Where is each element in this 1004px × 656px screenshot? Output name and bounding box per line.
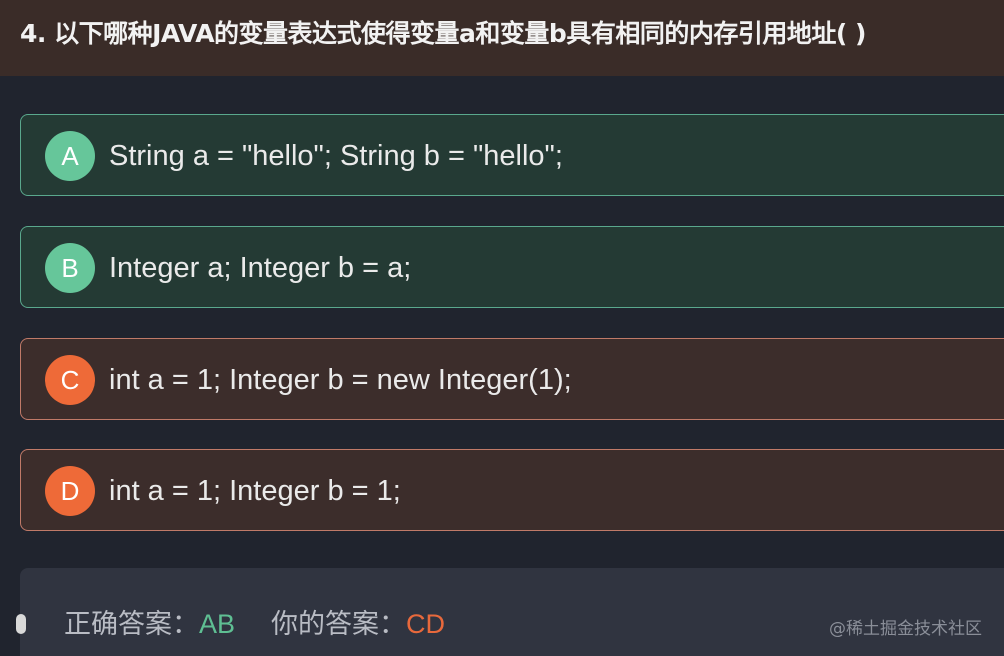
option-letter-badge: B — [45, 243, 95, 293]
panel-indicator — [16, 614, 26, 634]
correct-answer-value: AB — [199, 609, 236, 639]
question-header: 4. 以下哪种JAVA的变量表达式使得变量a和变量b具有相同的内存引用地址( ) — [0, 0, 1004, 76]
option-letter-badge: D — [45, 466, 95, 516]
option-letter-badge: A — [45, 131, 95, 181]
option-d[interactable]: D int a = 1; Integer b = 1; — [20, 449, 1004, 531]
option-text: int a = 1; Integer b = 1; — [109, 475, 401, 507]
option-letter-badge: C — [45, 355, 95, 405]
question-title: 4. 以下哪种JAVA的变量表达式使得变量a和变量b具有相同的内存引用地址( ) — [20, 19, 866, 48]
option-text: int a = 1; Integer b = new Integer(1); — [109, 364, 572, 396]
option-text: Integer a; Integer b = a; — [109, 252, 412, 284]
watermark: @稀土掘金技术社区 — [829, 619, 982, 639]
your-answer-value: CD — [406, 609, 446, 639]
option-a[interactable]: A String a = "hello"; String b = "hello"… — [20, 114, 1004, 196]
answer-summary: 正确答案：AB 你的答案：CD — [64, 606, 445, 642]
your-answer-label: 你的答案： — [271, 609, 407, 639]
quiz-page: 4. 以下哪种JAVA的变量表达式使得变量a和变量b具有相同的内存引用地址( )… — [0, 0, 1004, 656]
option-text: String a = "hello"; String b = "hello"; — [109, 140, 563, 172]
option-c[interactable]: C int a = 1; Integer b = new Integer(1); — [20, 338, 1004, 420]
option-b[interactable]: B Integer a; Integer b = a; — [20, 226, 1004, 308]
correct-answer-label: 正确答案： — [64, 609, 199, 639]
